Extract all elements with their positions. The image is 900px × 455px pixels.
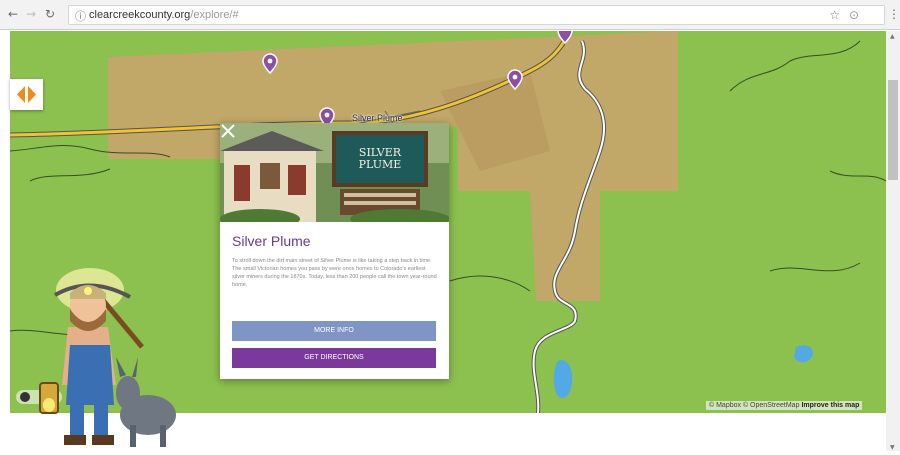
get-directions-button[interactable]: GET DIRECTIONS (232, 348, 436, 368)
scroll-up-icon[interactable]: ▲ (890, 33, 895, 40)
town-label: Silver Plume (352, 113, 403, 123)
browser-menu-icon[interactable]: ⋮ (888, 7, 900, 21)
location-popup: SILVER PLUME Silver Plume To stroll down… (220, 123, 449, 379)
url-text[interactable]: clearcreekcounty.org/explore/# (89, 9, 239, 21)
silver-plume-sign-photo (220, 123, 449, 222)
sign-line-2: PLUME (358, 158, 402, 171)
info-icon[interactable]: ⓘ (75, 8, 86, 24)
left-right-arrows-icon (17, 86, 36, 103)
more-info-button[interactable]: MORE INFO (232, 321, 436, 341)
forward-arrow-icon[interactable]: → (26, 7, 36, 21)
browser-toolbar: ← → ↻ ⓘ clearcreekcounty.org/explore/# ☆… (0, 0, 900, 30)
extension-icon[interactable]: ⊙ (849, 8, 859, 22)
miner-mascot-illustration (39, 268, 176, 447)
scroll-down-icon[interactable]: ▼ (890, 444, 895, 451)
popup-title: Silver Plume (232, 233, 311, 249)
back-arrow-icon[interactable]: ← (8, 7, 18, 21)
reload-icon[interactable]: ↻ (45, 7, 55, 21)
attribution-text[interactable]: © Mapbox © OpenStreetMap (709, 402, 799, 409)
popup-photo: SILVER PLUME (220, 123, 449, 222)
bookmark-star-icon[interactable]: ☆ (829, 8, 840, 22)
popup-description: To stroll down the dirt main street of S… (232, 258, 437, 288)
close-icon[interactable] (220, 123, 236, 139)
sidebar-toggle-button[interactable] (10, 79, 43, 110)
url-path: /explore/# (190, 9, 239, 21)
url-domain: clearcreekcounty.org (89, 9, 191, 21)
map-attribution: © Mapbox © OpenStreetMap Improve this ma… (706, 401, 863, 410)
scrollbar-thumb[interactable] (888, 80, 898, 180)
sign-text: SILVER PLUME (336, 147, 424, 171)
improve-map-link[interactable]: Improve this map (801, 402, 859, 409)
address-bar[interactable]: ⓘ clearcreekcounty.org/explore/# ☆ ⊙ (68, 5, 885, 25)
